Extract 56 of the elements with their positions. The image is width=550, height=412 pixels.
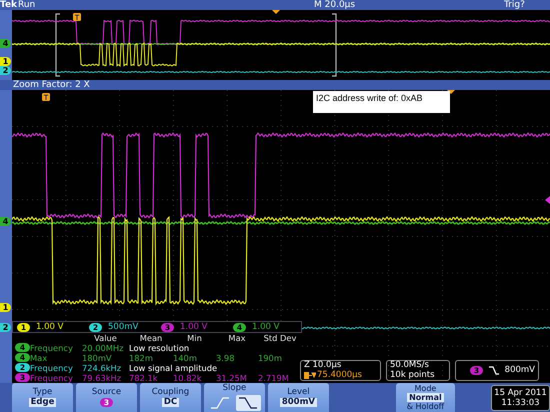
- channel-marker[interactable]: 1: [0, 57, 11, 66]
- measurement-value: 724.6kHz: [82, 363, 122, 373]
- column-header: Min: [186, 333, 203, 343]
- channel-scale: 500mV: [108, 322, 138, 332]
- annotation-label: I2C address write of: 0xAB: [313, 91, 450, 113]
- channel-scale: 1.00 V: [180, 322, 208, 332]
- column-header: Mean: [138, 333, 164, 343]
- measurement-note: Low resolution: [129, 343, 190, 353]
- table-cell-text: 140m: [173, 353, 198, 363]
- column-header: Value: [93, 333, 118, 343]
- menu-button[interactable]: Coupling DC: [140, 383, 201, 412]
- channel-marker[interactable]: 1: [0, 303, 11, 312]
- table-cell-text: 3.98: [216, 353, 236, 363]
- measurement-name: Frequency: [30, 373, 74, 383]
- trigger-status: Trig?: [504, 0, 525, 10]
- table-cell-text: 10.82k: [173, 373, 203, 383]
- time: 11:33:03: [501, 398, 540, 408]
- measurement-name: Frequency: [30, 343, 74, 353]
- channel-scale: 1.00 V: [252, 322, 280, 332]
- menu-label: Slope: [222, 384, 246, 394]
- falling-edge-icon: [489, 366, 499, 375]
- trigger-level-icon: [545, 196, 550, 204]
- table-cell-text: 782.1k: [129, 373, 159, 383]
- zoom-position: 75.4000µs: [317, 370, 362, 380]
- menu-button[interactable]: Level 800mV: [268, 383, 329, 412]
- acquisition-state: Run: [18, 0, 36, 10]
- sample-rate: 50.0MS/s: [390, 361, 430, 370]
- measurement-name: Max: [30, 353, 48, 363]
- menu-button[interactable]: Type Edge: [12, 383, 73, 412]
- measurement-value: 180mV: [82, 353, 113, 363]
- channel-marker[interactable]: 4: [0, 39, 11, 48]
- column-header: Std Dev: [262, 333, 298, 343]
- trigger-position-icon: [447, 90, 455, 94]
- table-cell-text: 31.25M: [216, 373, 248, 383]
- trigger-offset-icon: [304, 372, 316, 379]
- table-cell-text: 182m: [129, 353, 154, 363]
- record-length: 10k points: [390, 370, 436, 380]
- trigger-level: 800mV: [504, 366, 535, 376]
- measurement-name: Frequency: [30, 363, 74, 373]
- zoom-factor: Zoom Factor: 2 X: [13, 80, 90, 90]
- measurement-value: 79.63kHz: [82, 373, 122, 383]
- table-cell-text: 2.719M: [258, 373, 290, 383]
- measurement-note: Low signal amplitude: [129, 363, 218, 373]
- date: 15 Apr 2011: [494, 388, 547, 398]
- zoom-scale: Z 10.0µs: [304, 361, 342, 370]
- channel-marker[interactable]: 2: [0, 66, 11, 75]
- channel-marker[interactable]: 4: [0, 217, 11, 226]
- table-cell-text: 190m: [258, 353, 283, 363]
- timebase-readout: M 20.0µs: [314, 0, 356, 10]
- menu-button[interactable]: Mode Normal & Holdoff: [396, 383, 455, 412]
- column-header: Max: [227, 333, 247, 343]
- channel-scale: 1.00 V: [36, 322, 64, 332]
- falling-edge-button[interactable]: [236, 394, 261, 410]
- brand-logo: Tek: [0, 0, 18, 10]
- measurement-value: 20.00MHz: [82, 343, 125, 353]
- channel-marker[interactable]: 2: [0, 323, 11, 332]
